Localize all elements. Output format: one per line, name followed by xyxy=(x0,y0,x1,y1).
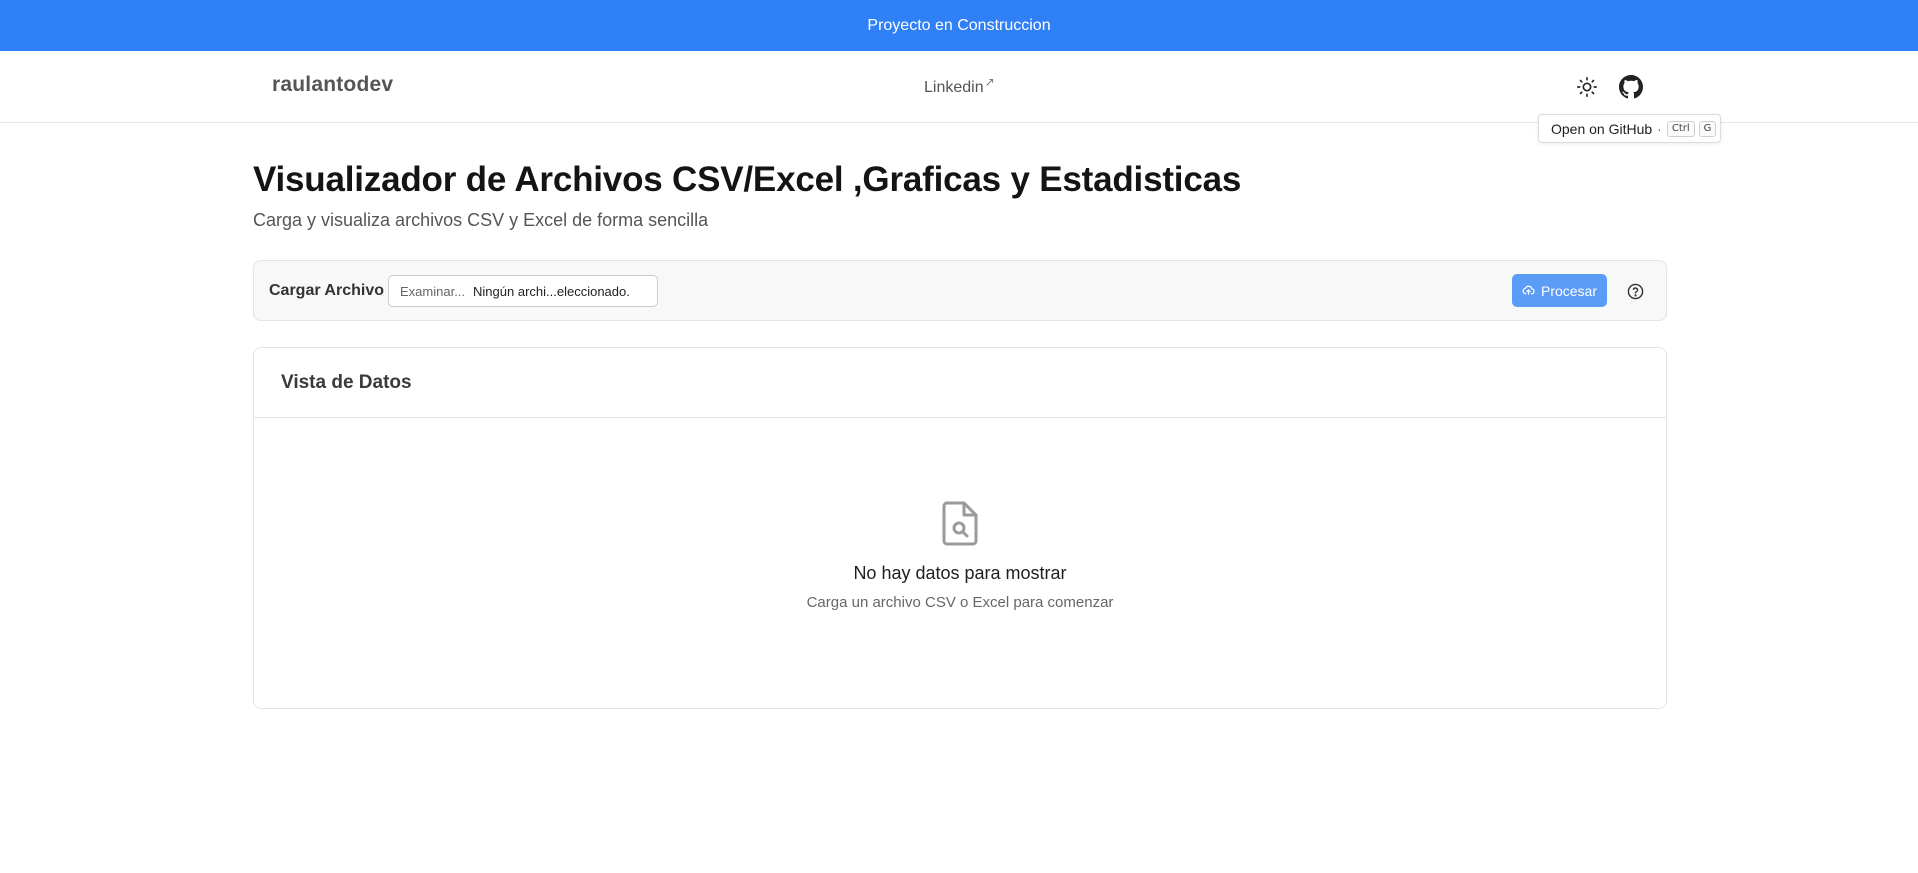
navbar: raulantodev Linkedin↗ xyxy=(0,51,1918,123)
upload-toolbar: Cargar Archivo Examinar... Ningún archi.… xyxy=(253,260,1667,321)
construction-banner: Proyecto en Construccion xyxy=(0,0,1918,51)
linkedin-label: Linkedin xyxy=(924,79,984,96)
cloud-upload-icon xyxy=(1522,285,1535,295)
tooltip-text: Open on GitHub xyxy=(1551,120,1653,137)
file-search-icon xyxy=(942,501,978,546)
shortcut-key-ctrl: Ctrl xyxy=(1666,120,1695,137)
tooltip-separator: · xyxy=(1657,120,1662,137)
github-tooltip: Open on GitHub · Ctrl G xyxy=(1538,114,1721,143)
external-link-icon: ↗ xyxy=(984,75,995,89)
process-button[interactable]: Procesar xyxy=(1512,274,1607,307)
data-view-card: Vista de Datos No hay datos para mostrar… xyxy=(253,347,1667,709)
banner-text: Proyecto en Construccion xyxy=(867,16,1051,34)
sun-icon xyxy=(1577,77,1597,97)
card-title: Vista de Datos xyxy=(281,371,412,393)
selected-file-name: Ningún archi...eleccionado. xyxy=(473,283,630,299)
linkedin-link[interactable]: Linkedin↗ xyxy=(924,75,995,97)
question-circle-icon xyxy=(1627,283,1643,299)
page-title: Visualizador de Archivos CSV/Excel ,Graf… xyxy=(253,160,1242,199)
card-header: Vista de Datos xyxy=(254,348,1666,418)
browse-button[interactable]: Examinar... xyxy=(400,284,465,299)
brand-logo[interactable]: raulantodev xyxy=(272,73,393,97)
empty-title: No hay datos para mostrar xyxy=(853,563,1067,583)
file-input[interactable]: Examinar... Ningún archi...eleccionado. xyxy=(388,275,658,307)
theme-toggle-button[interactable] xyxy=(1573,73,1601,101)
process-label: Procesar xyxy=(1540,282,1598,299)
help-button[interactable] xyxy=(1626,282,1644,300)
upload-label: Cargar Archivo xyxy=(269,282,384,299)
empty-subtitle: Carga un archivo CSV o Excel para comenz… xyxy=(806,594,1114,611)
empty-state: No hay datos para mostrar Carga un archi… xyxy=(254,418,1666,708)
github-button[interactable] xyxy=(1617,73,1645,101)
github-icon xyxy=(1619,75,1643,99)
shortcut-key-g: G xyxy=(1698,120,1717,137)
page-subtitle: Carga y visualiza archivos CSV y Excel d… xyxy=(253,210,709,230)
